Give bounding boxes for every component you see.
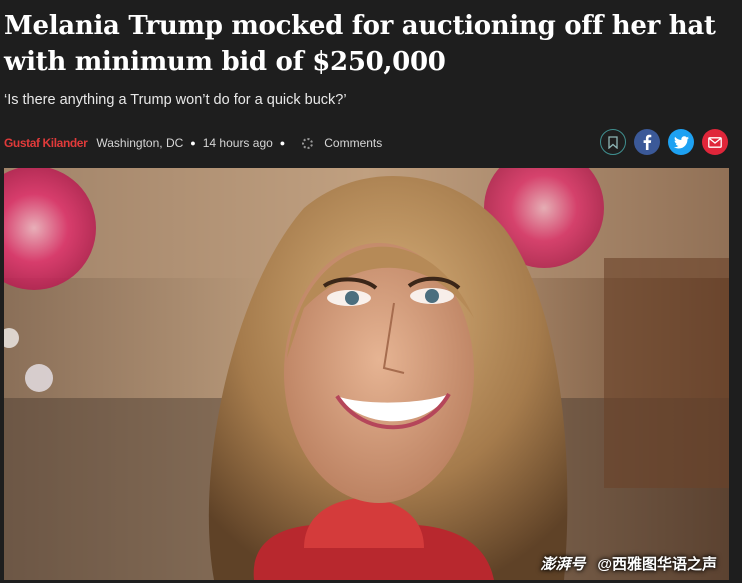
byline-location: Washington, DC [96,136,184,150]
article-standfirst: ‘Is there anything a Trump won’t do for … [4,92,347,108]
email-icon [708,136,722,148]
byline-time: 14 hours ago [202,136,273,150]
article-hero-image: 澎湃号 @西雅图华语之声 [4,168,729,580]
comments-link[interactable]: Comments [324,136,382,150]
watermark-text: @西雅图华语之声 [597,556,717,573]
article-headline: Melania Trump mocked for auctioning off … [4,11,716,77]
email-share-button[interactable] [702,129,728,155]
watermark-logo: 澎湃号 [540,556,586,573]
twitter-share-button[interactable] [668,129,694,155]
facebook-icon [643,134,652,150]
author-link[interactable]: Gustaf Kilander [4,136,88,150]
bookmark-button[interactable] [600,129,626,155]
byline: Gustaf Kilander Washington, DC ● 14 hour… [4,134,382,152]
loading-spinner-icon [302,137,314,149]
twitter-icon [673,135,689,148]
share-bar [600,129,728,155]
image-side-credit [722,172,728,242]
facebook-share-button[interactable] [634,129,660,155]
source-watermark: 澎湃号 @西雅图华语之声 [540,553,717,574]
portrait-photo [4,168,729,580]
byline-separator: ● [279,138,286,148]
bookmark-icon [608,135,618,149]
byline-separator: ● [190,138,196,148]
